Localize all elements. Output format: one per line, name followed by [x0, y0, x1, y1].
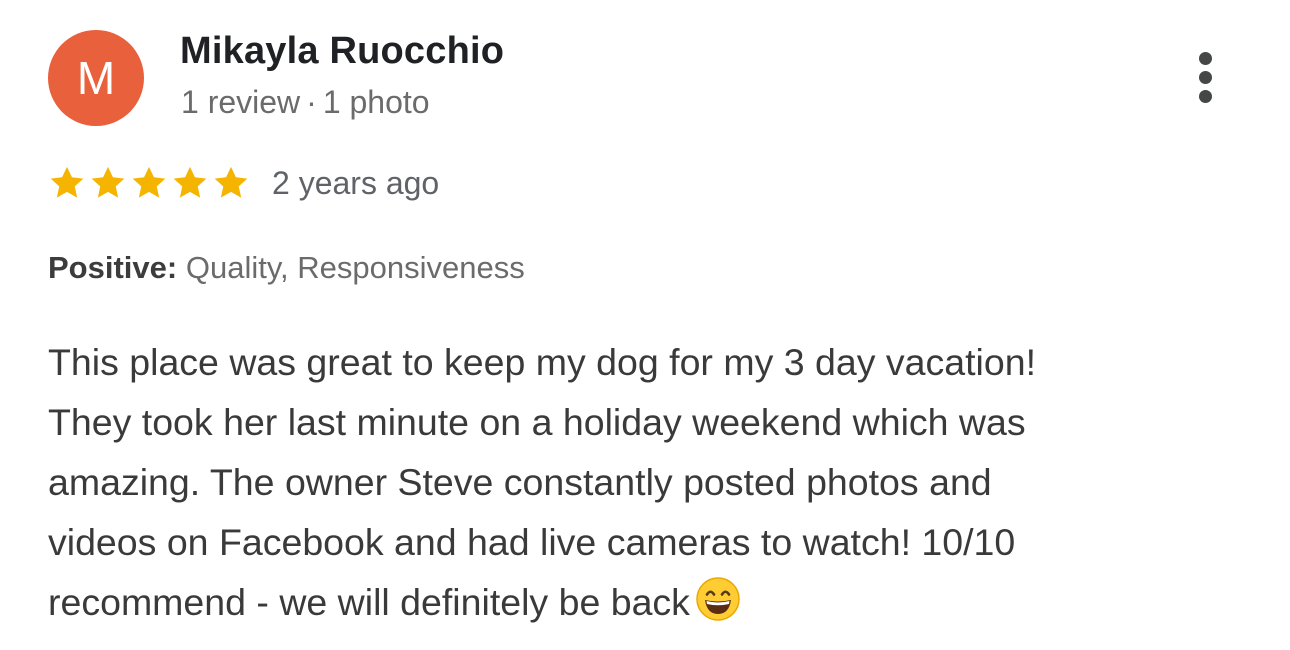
- review-line: They took her last minute on a holiday w…: [48, 401, 1026, 443]
- review-line: amazing. The owner Steve constantly post…: [48, 461, 992, 503]
- avatar[interactable]: M: [48, 30, 144, 126]
- review-highlights: Positive: Quality, Responsiveness: [48, 250, 525, 286]
- review-last-line: recommend - we will definitely be back: [48, 572, 1228, 632]
- review-count: 1 review: [181, 84, 301, 120]
- star-icon: [48, 164, 86, 202]
- reviewer-name[interactable]: Mikayla Ruocchio: [180, 30, 504, 73]
- reviewer-meta: 1 review · 1 photo: [181, 84, 430, 121]
- highlights-label: Positive:: [48, 250, 178, 285]
- star-icon: [212, 164, 250, 202]
- more-options-button[interactable]: [1186, 50, 1226, 106]
- review-text: This place was great to keep my dog for …: [48, 332, 1228, 632]
- grinning-face-with-smiling-eyes-icon: [694, 575, 742, 623]
- star-icon: [89, 164, 127, 202]
- review-date: 2 years ago: [272, 164, 440, 201]
- review-line: videos on Facebook and had live cameras …: [48, 521, 1016, 563]
- star-icon: [171, 164, 209, 202]
- highlights-values: Quality, Responsiveness: [185, 250, 525, 285]
- review-line: recommend - we will definitely be back: [48, 581, 690, 623]
- review-line: This place was great to keep my dog for …: [48, 341, 1036, 383]
- rating-row: 2 years ago: [48, 160, 439, 206]
- star-rating: [48, 164, 253, 202]
- review-card: M Mikayla Ruocchio 1 review · 1 photo 2 ye…: [0, 0, 1290, 650]
- meta-separator: ·: [306, 84, 317, 120]
- photo-count: 1 photo: [322, 84, 430, 120]
- star-icon: [130, 164, 168, 202]
